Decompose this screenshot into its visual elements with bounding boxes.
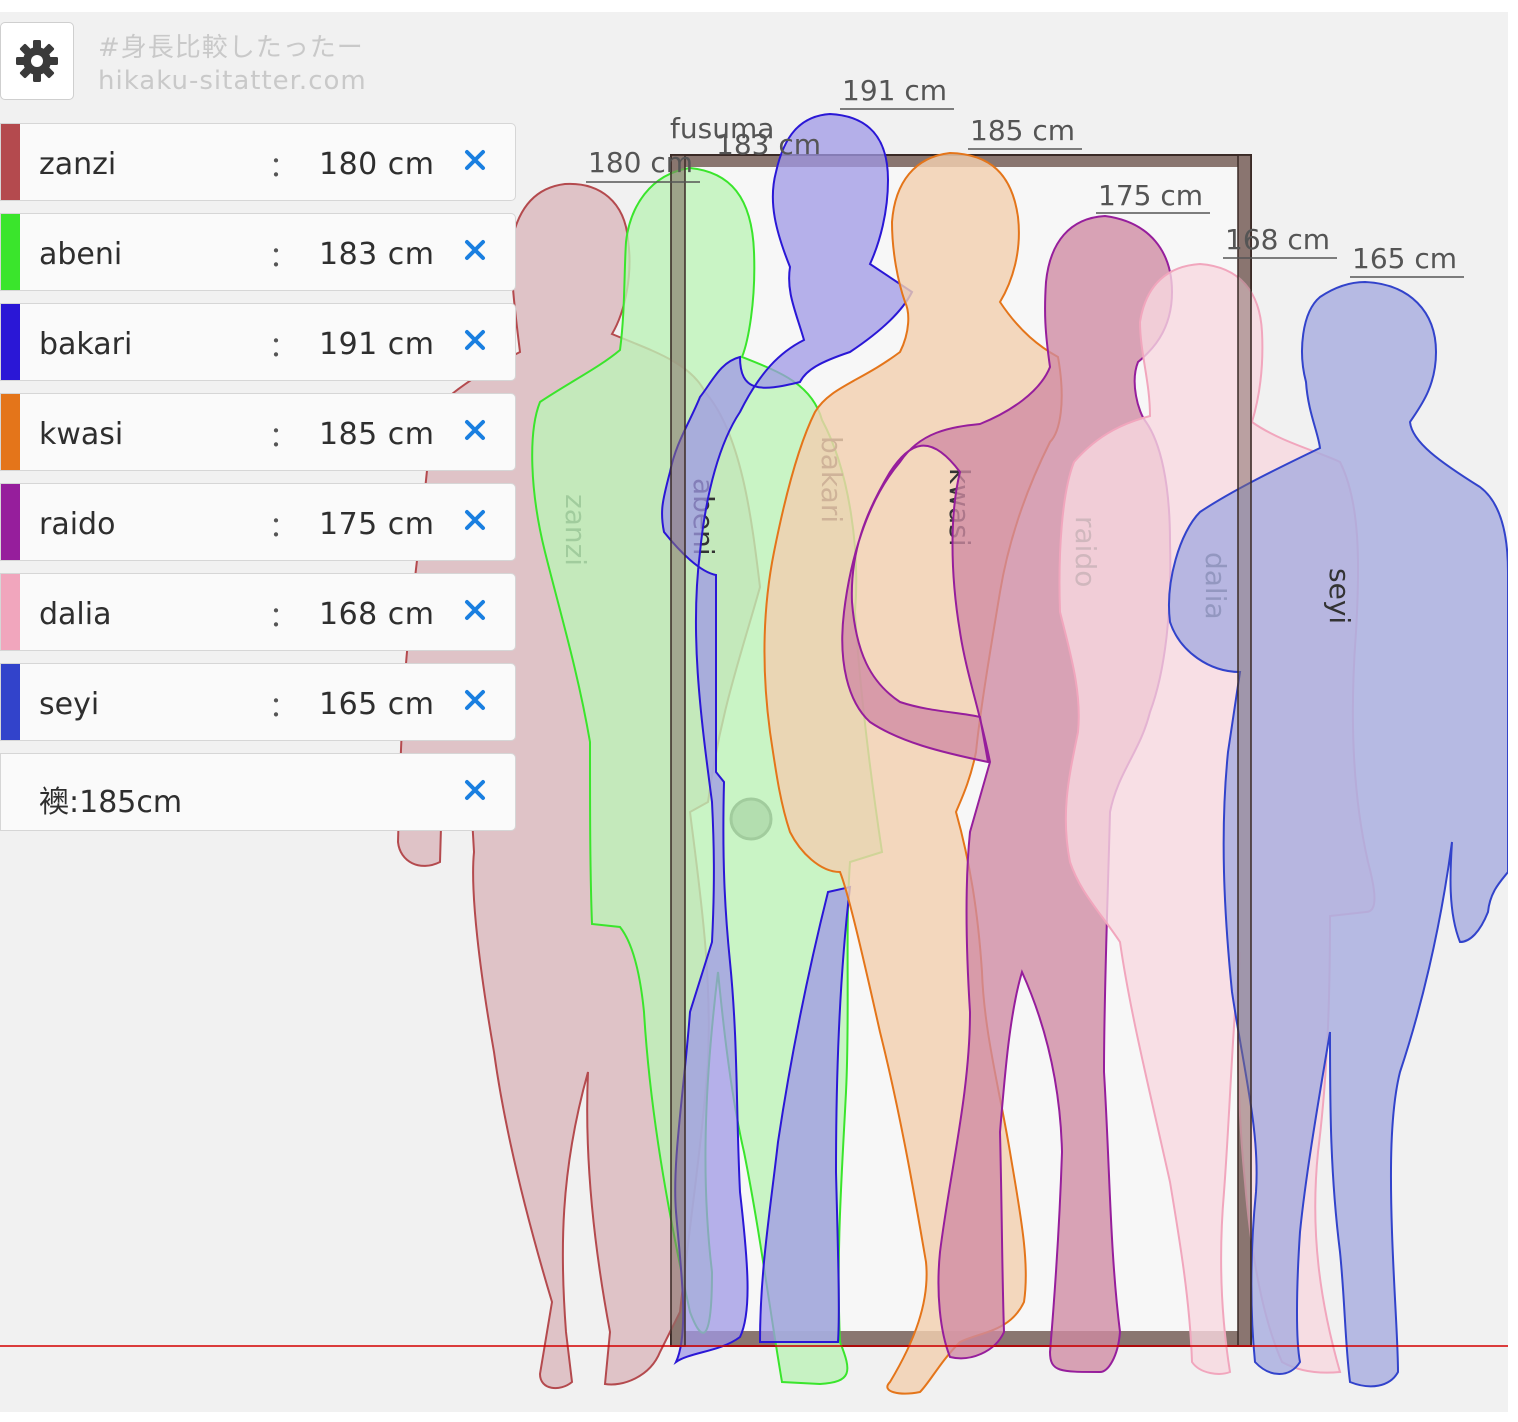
height-label-bakari: 191 cm (840, 74, 954, 110)
comparison-stage: zanzi abeni bakari kwasi raido dalia (0, 12, 1508, 1412)
person-name: kwasi (39, 417, 124, 452)
brand-url: hikaku-sitatter.com (98, 66, 367, 96)
height-label-dalia: 168 cm (1223, 223, 1337, 259)
height-label-seyi: 165 cm (1350, 242, 1464, 278)
fusuma-right-rail (1237, 154, 1252, 1347)
separator: ： (269, 510, 298, 543)
svg-text:fusuma: fusuma (670, 112, 774, 145)
person-height: 185 cm (319, 417, 435, 452)
person-name: abeni (39, 237, 123, 272)
color-swatch (1, 214, 20, 290)
close-icon[interactable] (457, 592, 493, 628)
color-swatch (1, 574, 20, 650)
separator: ： (269, 330, 298, 363)
figure-label-seyi: seyi (1323, 568, 1356, 624)
separator: ： (269, 420, 298, 453)
close-icon[interactable] (457, 502, 493, 538)
height-label-kwasi: 185 cm (968, 114, 1082, 150)
height-label-raido: 175 cm (1096, 179, 1210, 214)
person-name: seyi (39, 687, 100, 722)
color-swatch (1, 394, 20, 470)
person-row-dalia[interactable]: dalia ： 168 cm (0, 573, 516, 651)
person-row-zanzi[interactable]: zanzi ： 180 cm (0, 123, 516, 201)
settings-button[interactable] (0, 22, 74, 100)
person-height: 175 cm (319, 507, 435, 542)
person-height: 165 cm (319, 687, 435, 722)
person-row-seyi[interactable]: seyi ： 165 cm (0, 663, 516, 741)
svg-text:191 cm: 191 cm (842, 74, 947, 107)
brand-title: #身長比較したったー (98, 33, 364, 63)
color-swatch (1, 484, 20, 560)
close-icon[interactable] (457, 142, 493, 178)
fusuma-left-rail (670, 154, 686, 1347)
fusuma-row[interactable]: 襖:185cm (0, 753, 516, 831)
person-height: 180 cm (319, 147, 435, 182)
close-icon[interactable] (457, 772, 493, 808)
person-name: raido (39, 507, 116, 542)
brand-watermark: #身長比較したったー hikaku-sitatter.com (98, 32, 367, 98)
separator: ： (269, 240, 298, 273)
person-row-raido[interactable]: raido ： 175 cm (0, 483, 516, 561)
person-height: 168 cm (319, 597, 435, 632)
close-icon[interactable] (457, 682, 493, 718)
svg-text:175 cm: 175 cm (1098, 179, 1203, 212)
separator: ： (269, 150, 298, 183)
person-row-bakari[interactable]: bakari ： 191 cm (0, 303, 516, 381)
person-name: dalia (39, 597, 112, 632)
person-name: bakari (39, 327, 133, 362)
color-swatch (1, 124, 20, 200)
fusuma-label: fusuma (670, 112, 774, 145)
close-icon[interactable] (457, 322, 493, 358)
separator: ： (269, 690, 298, 723)
color-swatch (1, 304, 20, 380)
person-height: 183 cm (319, 237, 435, 272)
close-icon[interactable] (457, 412, 493, 448)
color-swatch (1, 664, 20, 740)
gear-icon (16, 40, 58, 82)
height-label-zanzi: 180 cm (586, 146, 700, 183)
svg-text:185 cm: 185 cm (970, 114, 1075, 147)
separator: ： (269, 600, 298, 633)
person-row-kwasi[interactable]: kwasi ： 185 cm (0, 393, 516, 471)
person-height: 191 cm (319, 327, 435, 362)
person-name: zanzi (39, 147, 117, 182)
person-row-abeni[interactable]: abeni ： 183 cm (0, 213, 516, 291)
fusuma-list-label: 襖:185cm (39, 785, 183, 820)
svg-text:165 cm: 165 cm (1352, 242, 1457, 275)
close-icon[interactable] (457, 232, 493, 268)
svg-text:180 cm: 180 cm (588, 146, 693, 179)
svg-text:168 cm: 168 cm (1225, 223, 1330, 256)
